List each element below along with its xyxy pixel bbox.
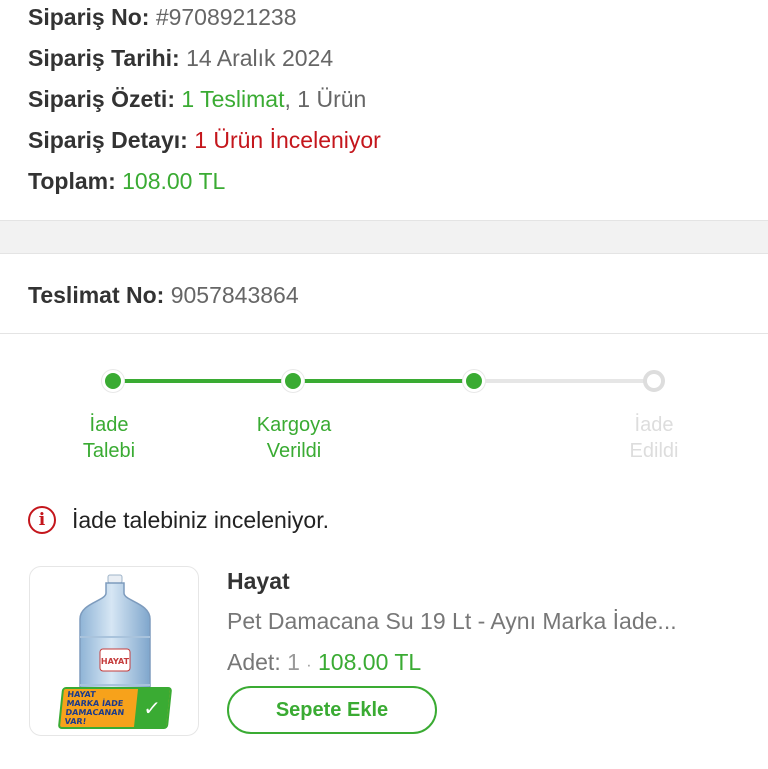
order-total-label: Toplam: [28,168,116,194]
return-badge: HAYAT MARKA İADE DAMACANAN VAR! ✓ [57,687,173,729]
order-no-label: Sipariş No: [28,4,150,30]
return-notice: i İade talebiniz inceleniyor. [28,506,329,534]
product-image[interactable]: HAYAT HAYAT MARKA İADE DAMACANAN VAR! ✓ [29,566,199,736]
product-qty-separator: · [306,657,312,674]
order-total-row: Toplam: 108.00 TL [28,168,225,195]
order-summary-items: 1 Ürün [297,86,367,112]
product-qty-price-row: Adet: 1 · 108.00 TL [227,649,421,676]
badge-line-4: VAR! [64,717,87,726]
order-date-label: Sipariş Tarihi: [28,45,180,71]
tracker-step-2-dot [282,370,304,392]
order-date-value: 14 Aralık 2024 [186,45,334,71]
product-qty-value: 1 [287,649,300,675]
tracker-step-1-dot [102,370,124,392]
order-summary-row: Sipariş Özeti: 1 Teslimat, 1 Ürün [28,86,366,113]
order-summary-card: Sipariş No: #9708921238 Sipariş Tarihi: … [0,0,768,221]
delivery-no-row: Teslimat No: 9057843864 [28,282,299,309]
bottle-logo: HAYAT [101,657,130,666]
order-detail-value: 1 Ürün İnceleniyor [194,127,381,153]
order-summary-label: Sipariş Özeti: [28,86,175,112]
tracker-step-2-label: Kargoya Verildi [256,414,332,462]
order-detail-row: Sipariş Detayı: 1 Ürün İnceleniyor [28,127,381,154]
product-brand: Hayat [227,568,290,594]
delivery-no-label: Teslimat No: [28,282,165,308]
badge-line-2: MARKA İADE [66,699,124,708]
order-no-value: #9708921238 [155,4,297,30]
badge-check-icon: ✓ [134,689,170,727]
order-no-row: Sipariş No: #9708921238 [28,4,297,31]
tracker-step-1-label: İade Talebi [82,414,136,462]
order-detail-label: Sipariş Detayı: [28,127,188,153]
badge-line-1: HAYAT [66,690,97,699]
return-notice-text: İade talebiniz inceleniyor. [72,506,329,533]
order-summary-deliveries[interactable]: 1 Teslimat [181,86,284,112]
tracker-step-4-dot [643,370,665,392]
order-summary-separator: , [284,86,291,112]
product-price: 108.00 TL [318,649,422,675]
delivery-divider [0,333,768,334]
info-icon: i [28,506,56,534]
product-qty-label: Adet: [227,649,281,675]
delivery-no-value: 9057843864 [170,282,299,308]
order-date-row: Sipariş Tarihi: 14 Aralık 2024 [28,45,333,72]
add-to-cart-button[interactable]: Sepete Ekle [227,686,437,734]
order-total-value: 108.00 TL [122,168,226,194]
product-name[interactable]: Pet Damacana Su 19 Lt - Aynı Marka İade.… [227,608,677,635]
badge-line-3: DAMACANAN [65,708,125,717]
tracker-step-3-dot [463,370,485,392]
tracker-step-4-label: İade Edildi [629,414,679,462]
